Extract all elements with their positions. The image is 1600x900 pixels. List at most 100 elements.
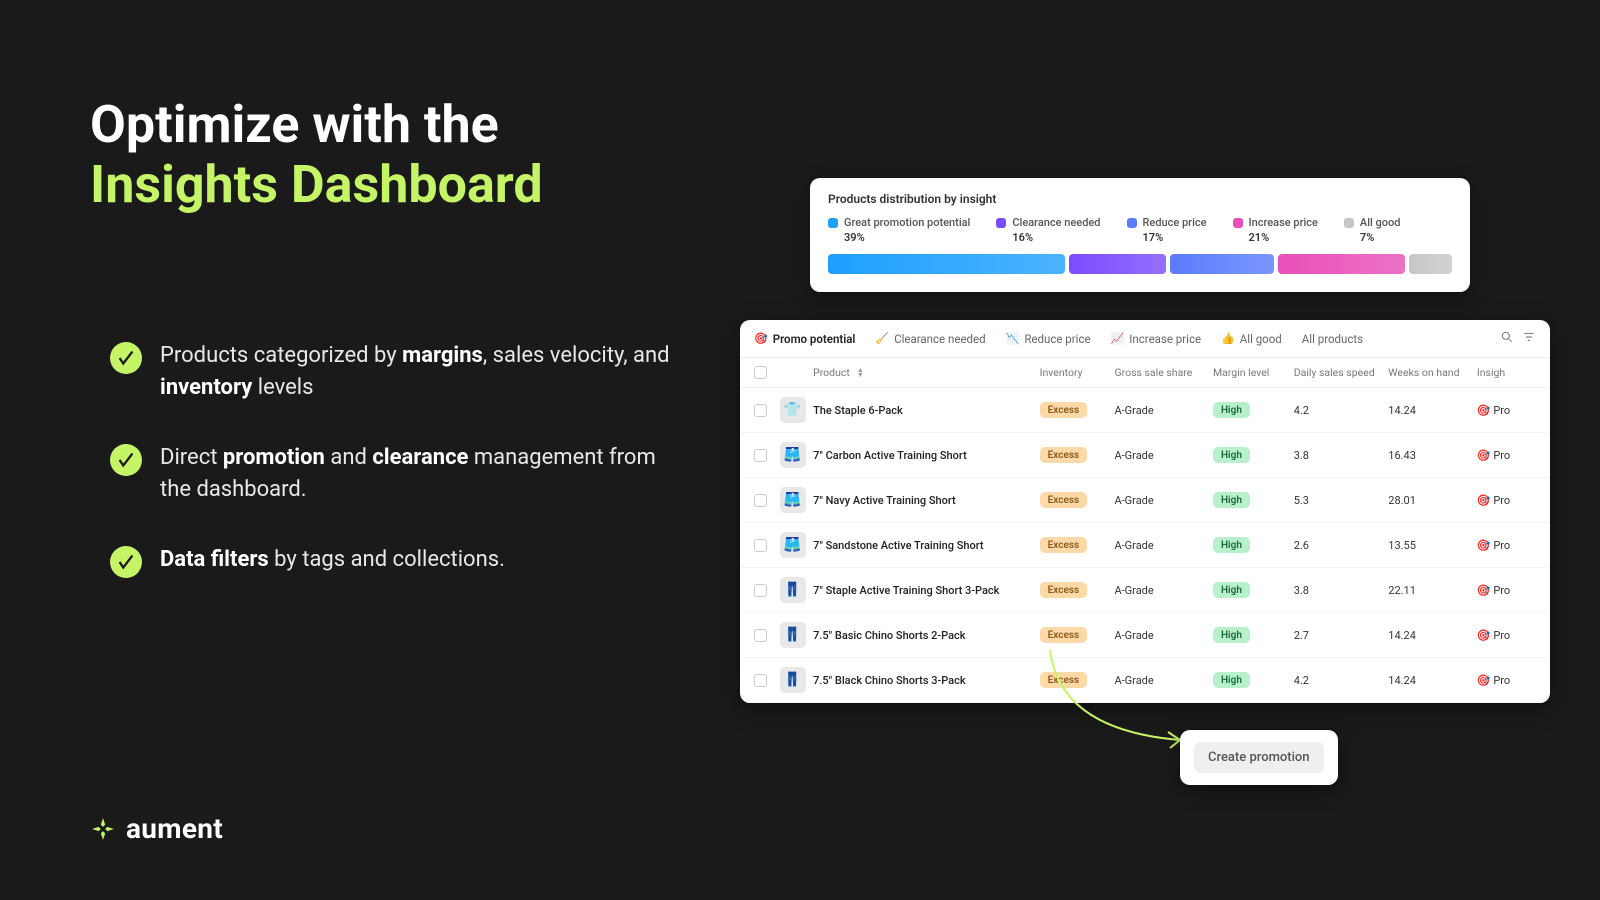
gross-value: A-Grade <box>1114 494 1212 507</box>
margin-badge: High <box>1213 582 1250 598</box>
th-weeks[interactable]: Weeks on hand <box>1388 366 1477 379</box>
gross-value: A-Grade <box>1114 539 1212 552</box>
speed-value: 2.6 <box>1294 539 1389 552</box>
tab-label: Clearance needed <box>894 332 986 346</box>
bar-segment <box>1170 254 1273 274</box>
product-name: 7.5" Black Chino Shorts 3-Pack <box>813 674 965 687</box>
insight-tabs: 🎯 Promo potential 🧹 Clearance needed 📉 Reduce… <box>740 320 1550 358</box>
legend-pct: 39% <box>844 231 970 244</box>
tab-emoji-icon: 📉 <box>1006 332 1020 345</box>
weeks-value: 28.01 <box>1388 494 1477 507</box>
weeks-value: 13.55 <box>1388 539 1477 552</box>
tab-clearance-needed[interactable]: 🧹 Clearance needed <box>875 332 985 346</box>
bar-segment <box>1409 254 1452 274</box>
bar-segment <box>1278 254 1406 274</box>
th-product[interactable]: Product <box>813 366 850 379</box>
tab-all-products[interactable]: All products <box>1302 332 1363 346</box>
speed-value: 5.3 <box>1294 494 1389 507</box>
check-icon <box>110 546 142 578</box>
table-row[interactable]: 🩳 7" Sandstone Active Training Short Exc… <box>740 523 1550 568</box>
table-row[interactable]: 🩳 7" Navy Active Training Short Excess A… <box>740 478 1550 523</box>
distribution-title: Products distribution by insight <box>828 192 1452 206</box>
speed-value: 3.8 <box>1294 584 1389 597</box>
filter-icon[interactable] <box>1522 330 1536 347</box>
tab-increase-price[interactable]: 📈 Increase price <box>1111 332 1202 346</box>
th-gross[interactable]: Gross sale share <box>1114 366 1212 379</box>
legend-label: All good <box>1360 216 1401 229</box>
legend-pct: 16% <box>1012 231 1100 244</box>
th-speed[interactable]: Daily sales speed <box>1294 366 1389 379</box>
legend-swatch <box>1344 218 1354 228</box>
tab-label: Increase price <box>1129 332 1201 346</box>
weeks-value: 14.24 <box>1388 674 1477 687</box>
row-checkbox[interactable] <box>754 584 767 597</box>
product-name: 7" Carbon Active Training Short <box>813 449 967 462</box>
insight-value: 🎯 Pro <box>1477 674 1536 687</box>
tab-emoji-icon: 🎯 <box>754 332 768 345</box>
gross-value: A-Grade <box>1114 404 1212 417</box>
distribution-card: Products distribution by insight Great p… <box>810 178 1470 292</box>
brand-logo: aument <box>90 812 223 845</box>
search-icon[interactable] <box>1500 330 1514 347</box>
product-name: The Staple 6-Pack <box>813 404 903 417</box>
table-row[interactable]: 👖 7" Staple Active Training Short 3-Pack… <box>740 568 1550 613</box>
inventory-badge: Excess <box>1040 492 1087 508</box>
th-insight[interactable]: Insigh <box>1477 366 1536 379</box>
margin-badge: High <box>1213 627 1250 643</box>
tab-promo-potential[interactable]: 🎯 Promo potential <box>754 332 855 346</box>
check-icon <box>110 342 142 374</box>
margin-badge: High <box>1213 402 1250 418</box>
hero-line1: Optimize with the <box>90 94 499 155</box>
speed-value: 3.8 <box>1294 449 1389 462</box>
tab-emoji-icon: 🧹 <box>875 332 889 345</box>
legend-pct: 21% <box>1249 231 1318 244</box>
product-thumb: 👕 <box>780 397 806 423</box>
tab-label: Reduce price <box>1024 332 1090 346</box>
th-inventory[interactable]: Inventory <box>1040 366 1115 379</box>
table-row[interactable]: 👕 The Staple 6-Pack Excess A-Grade High … <box>740 388 1550 433</box>
feature-bullet: Data filters by tags and collections. <box>110 544 670 578</box>
weeks-value: 22.11 <box>1388 584 1477 597</box>
margin-badge: High <box>1213 537 1250 553</box>
legend-swatch <box>1127 218 1137 228</box>
row-checkbox[interactable] <box>754 449 767 462</box>
product-name: 7" Staple Active Training Short 3-Pack <box>813 584 999 597</box>
insight-value: 🎯 Pro <box>1477 629 1536 642</box>
insight-value: 🎯 Pro <box>1477 449 1536 462</box>
create-promotion-button[interactable]: Create promotion <box>1194 742 1324 773</box>
tab-reduce-price[interactable]: 📉 Reduce price <box>1006 332 1091 346</box>
legend-item: Reduce price17% <box>1127 216 1207 244</box>
speed-value: 2.7 <box>1294 629 1389 642</box>
insight-value: 🎯 Pro <box>1477 404 1536 417</box>
row-checkbox[interactable] <box>754 674 767 687</box>
row-checkbox[interactable] <box>754 404 767 417</box>
hero-line2: Insights Dashboard <box>90 154 543 215</box>
sort-icon[interactable]: ▲▼ <box>857 368 864 378</box>
legend-label: Increase price <box>1249 216 1318 229</box>
hero-heading: Optimize with the Insights Dashboard <box>90 95 710 215</box>
tab-emoji-icon: 📈 <box>1111 332 1125 345</box>
speed-value: 4.2 <box>1294 674 1389 687</box>
check-icon <box>110 444 142 476</box>
tab-label: Promo potential <box>773 332 856 346</box>
legend-item: Increase price 21% <box>1233 216 1318 244</box>
legend-label: Reduce price <box>1143 216 1207 229</box>
product-thumb: 🩳 <box>780 442 806 468</box>
logo-mark-icon <box>90 816 116 842</box>
weeks-value: 14.24 <box>1388 629 1477 642</box>
legend-swatch <box>1233 218 1243 228</box>
brand-name: aument <box>126 812 223 845</box>
product-thumb: 👖 <box>780 622 806 648</box>
row-checkbox[interactable] <box>754 539 767 552</box>
select-all-checkbox[interactable] <box>754 366 767 379</box>
tab-label: All products <box>1302 332 1363 346</box>
row-checkbox[interactable] <box>754 629 767 642</box>
table-row[interactable]: 🩳 7" Carbon Active Training Short Excess… <box>740 433 1550 478</box>
legend-label: Great promotion potential <box>844 216 970 229</box>
th-margin[interactable]: Margin level <box>1213 366 1294 379</box>
feature-bullets: Products categorized by margins, sales v… <box>110 340 670 616</box>
inventory-badge: Excess <box>1040 582 1087 598</box>
margin-badge: High <box>1213 492 1250 508</box>
row-checkbox[interactable] <box>754 494 767 507</box>
tab-all-good[interactable]: 👍All good <box>1221 332 1282 346</box>
